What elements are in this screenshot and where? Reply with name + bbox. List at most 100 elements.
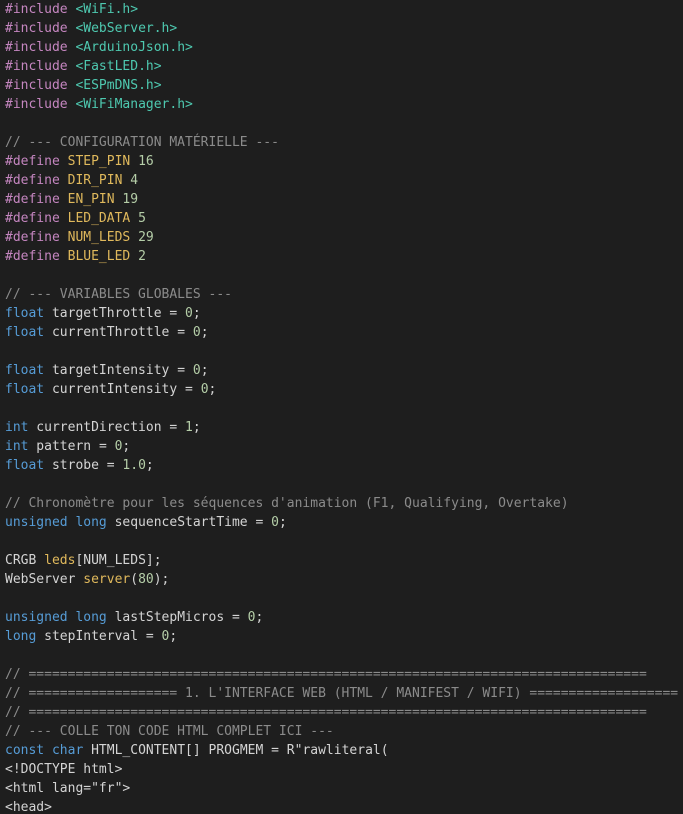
code-line[interactable] (0, 266, 683, 285)
code-line[interactable]: #define LED_DATA 5 (0, 209, 683, 228)
code-token: // =================== 1. L'INTERFACE WE… (5, 686, 679, 701)
code-line[interactable]: float targetIntensity = 0; (0, 361, 683, 380)
code-line[interactable] (0, 114, 683, 133)
code-token: "rawliteral( (294, 743, 389, 758)
code-token: currentDirection (28, 420, 170, 435)
code-line[interactable] (0, 475, 683, 494)
code-line[interactable]: #define BLUE_LED 2 (0, 247, 683, 266)
code-line[interactable]: float strobe = 1.0; (0, 456, 683, 475)
code-token: BLUE_LED (67, 249, 131, 264)
code-line[interactable]: #include <WiFiManager.h> (0, 95, 683, 114)
code-token: leds (44, 553, 76, 568)
code-line[interactable]: float targetThrottle = 0; (0, 304, 683, 323)
code-token: ; (122, 439, 131, 454)
code-line[interactable]: // Chronomètre pour les séquences d'anim… (0, 494, 683, 513)
code-token: #include (5, 21, 76, 36)
code-line[interactable]: long stepInterval = 0; (0, 627, 683, 646)
code-token: NUM_LEDS (67, 230, 131, 245)
code-line[interactable] (0, 342, 683, 361)
code-line[interactable]: <head> (0, 798, 683, 814)
code-token: 0 (192, 363, 201, 378)
code-token: long (5, 629, 37, 644)
code-token: // Chronomètre pour les séquences d'anim… (5, 496, 569, 511)
code-token: strobe (44, 458, 107, 473)
code-token: 0 (271, 515, 279, 530)
code-token: #include (5, 97, 76, 112)
code-line[interactable]: #include <ArduinoJson.h> (0, 38, 683, 57)
code-line[interactable]: // --- VARIABLES GLOBALES --- (0, 285, 683, 304)
code-token: 80 (138, 572, 154, 587)
code-line[interactable]: const char HTML_CONTENT[] PROGMEM = R"ra… (0, 741, 683, 760)
code-token: ; (208, 382, 217, 397)
code-token: float (5, 363, 45, 378)
code-line[interactable]: // =====================================… (0, 703, 683, 722)
code-token: // =====================================… (5, 705, 647, 720)
code-token: 19 (122, 192, 139, 207)
code-line[interactable]: #define EN_PIN 19 (0, 190, 683, 209)
code-token: ; (255, 610, 264, 625)
code-line[interactable]: <html lang="fr"> (0, 779, 683, 798)
code-token: ; (200, 325, 209, 340)
code-token: unsigned long (5, 610, 107, 625)
code-line[interactable]: float currentThrottle = 0; (0, 323, 683, 342)
code-token: #define (5, 154, 68, 169)
code-token: pattern (28, 439, 99, 454)
code-token: 0 (200, 382, 209, 397)
code-token: 4 (130, 173, 139, 188)
code-token: 0 (185, 306, 193, 321)
code-line[interactable]: unsigned long sequenceStartTime = 0; (0, 513, 683, 532)
code-token: STEP_PIN (67, 154, 131, 169)
code-line[interactable] (0, 646, 683, 665)
code-line[interactable]: CRGB leds[NUM_LEDS]; (0, 551, 683, 570)
code-token: WebServer (5, 572, 84, 587)
code-line[interactable] (0, 399, 683, 418)
code-line[interactable]: #define STEP_PIN 16 (0, 152, 683, 171)
code-line[interactable]: #include <WebServer.h> (0, 19, 683, 38)
code-token: ; (192, 306, 201, 321)
code-token: EN_PIN (67, 192, 115, 207)
code-editor[interactable]: #include <WiFi.h> #include <WebServer.h> #… (0, 0, 683, 814)
code-token: 0 (192, 325, 201, 340)
code-line[interactable]: // --- COLLE TON CODE HTML COMPLET ICI -… (0, 722, 683, 741)
code-token: <ArduinoJson.h> (75, 40, 193, 55)
code-token: float (5, 458, 45, 473)
code-token: // --- CONFIGURATION MATÉRIELLE --- (5, 135, 279, 150)
code-line[interactable]: #include <WiFi.h> (0, 0, 683, 19)
code-line[interactable]: #define NUM_LEDS 29 (0, 228, 683, 247)
code-line[interactable]: #include <FastLED.h> (0, 57, 683, 76)
code-token: currentThrottle (44, 325, 178, 340)
code-line[interactable]: #include <ESPmDNS.h> (0, 76, 683, 95)
code-line[interactable] (0, 532, 683, 551)
code-token: #include (5, 78, 76, 93)
code-token: // --- COLLE TON CODE HTML COMPLET ICI -… (5, 724, 334, 739)
code-line[interactable]: #define DIR_PIN 4 (0, 171, 683, 190)
code-line[interactable]: // --- CONFIGURATION MATÉRIELLE --- (0, 133, 683, 152)
code-token: <!DOCTYPE html> (5, 762, 123, 777)
code-line[interactable]: // =================== 1. L'INTERFACE WE… (0, 684, 683, 703)
code-line[interactable]: WebServer server(80); (0, 570, 683, 589)
code-token: 1 (185, 420, 193, 435)
code-line[interactable]: // =====================================… (0, 665, 683, 684)
code-token: ; (192, 420, 201, 435)
code-token: // --- VARIABLES GLOBALES --- (5, 287, 232, 302)
code-token: float (5, 382, 45, 397)
code-token: float (5, 325, 45, 340)
code-token: [] (185, 743, 201, 758)
code-token: = (231, 610, 240, 625)
code-line[interactable]: unsigned long lastStepMicros = 0; (0, 608, 683, 627)
code-token: #define (5, 192, 68, 207)
code-line[interactable]: float currentIntensity = 0; (0, 380, 683, 399)
code-token: ]; (145, 553, 162, 568)
code-line[interactable]: int currentDirection = 1; (0, 418, 683, 437)
code-line[interactable]: <!DOCTYPE html> (0, 760, 683, 779)
code-line[interactable] (0, 589, 683, 608)
code-token: <FastLED.h> (75, 59, 162, 74)
code-line[interactable]: int pattern = 0; (0, 437, 683, 456)
code-token: ( (130, 572, 139, 587)
code-token: #define (5, 173, 68, 188)
code-token: <ESPmDNS.h> (75, 78, 162, 93)
